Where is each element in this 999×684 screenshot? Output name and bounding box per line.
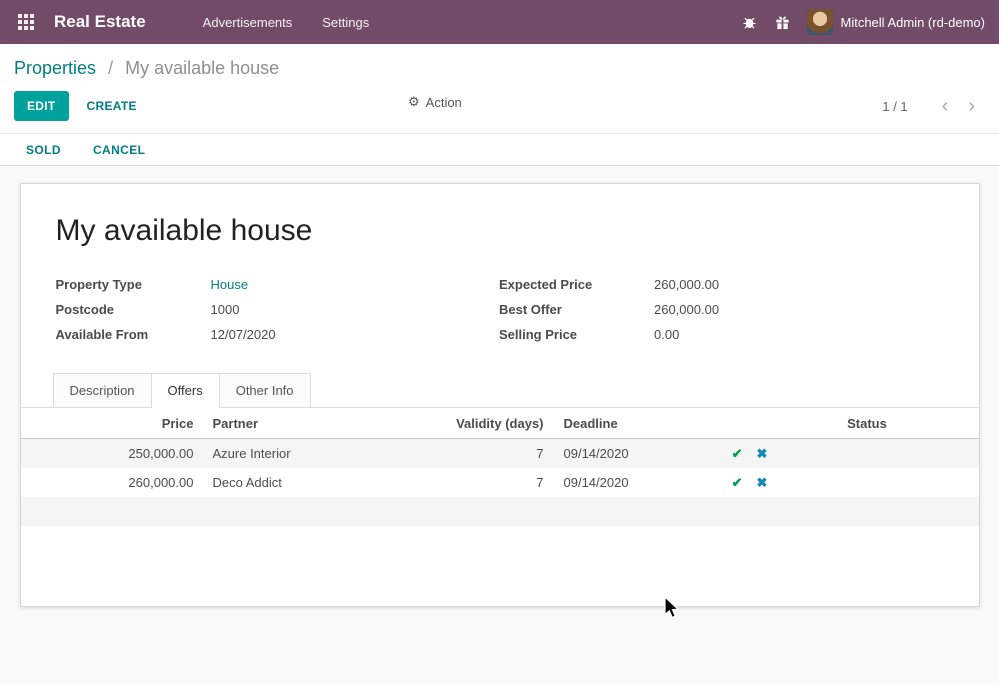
times-icon: ✖: [757, 475, 768, 490]
record-title: My available house: [56, 214, 943, 248]
check-icon: ✔: [732, 446, 743, 461]
menu-advertisements[interactable]: Advertisements: [188, 2, 308, 43]
field-label-expected-price: Expected Price: [499, 277, 654, 292]
breadcrumb-current: My available house: [125, 58, 279, 78]
user-menu[interactable]: Mitchell Admin (rd-demo): [807, 9, 986, 35]
column-header-deadline[interactable]: Deadline: [544, 416, 704, 431]
field-value-expected-price: 260,000.00: [654, 277, 719, 292]
field-label-postcode: Postcode: [56, 302, 211, 317]
field-value-selling-price: 0.00: [654, 327, 679, 342]
app-brand[interactable]: Real Estate: [54, 12, 146, 32]
accept-offer-button[interactable]: ✔: [732, 446, 743, 462]
field-label-selling-price: Selling Price: [499, 327, 654, 342]
table-row[interactable]: 250,000.00 Azure Interior 7 09/14/2020 ✔…: [21, 439, 979, 468]
cell-validity: 7: [426, 446, 544, 461]
field-value-postcode: 1000: [211, 302, 240, 317]
pager-value: 1 / 1: [882, 99, 907, 114]
top-menu: Advertisements Settings: [188, 2, 385, 43]
cancel-button[interactable]: CANCEL: [93, 143, 145, 157]
sold-button[interactable]: SOLD: [26, 143, 61, 157]
column-header-status[interactable]: Status: [796, 416, 979, 431]
check-icon: ✔: [732, 475, 743, 490]
cell-partner: Azure Interior: [194, 446, 426, 461]
offers-table: Price Partner Validity (days) Deadline S…: [21, 408, 979, 526]
field-value-best-offer: 260,000.00: [654, 302, 719, 317]
offers-table-header: Price Partner Validity (days) Deadline S…: [21, 408, 979, 439]
form-sheet: My available house Property Type House P…: [20, 183, 980, 607]
cell-price: 250,000.00: [21, 446, 194, 461]
bug-icon[interactable]: [733, 11, 766, 34]
refuse-offer-button[interactable]: ✖: [757, 475, 768, 491]
notebook: Description Offers Other Info Price Part…: [21, 373, 979, 526]
gear-icon: ⚙: [408, 94, 420, 110]
edit-button[interactable]: EDIT: [14, 91, 69, 121]
form-statusbar: SOLD CANCEL: [0, 133, 999, 166]
control-panel: Properties / My available house EDIT CRE…: [0, 44, 999, 133]
tab-offers[interactable]: Offers: [151, 373, 220, 408]
avatar: [807, 9, 833, 35]
create-button[interactable]: CREATE: [75, 91, 149, 121]
field-label-best-offer: Best Offer: [499, 302, 654, 317]
cell-deadline: 09/14/2020: [544, 446, 704, 461]
action-label: Action: [426, 95, 462, 110]
refuse-offer-button[interactable]: ✖: [757, 446, 768, 462]
cell-partner: Deco Addict: [194, 475, 426, 490]
cell-deadline: 09/14/2020: [544, 475, 704, 490]
gift-icon[interactable]: [766, 11, 799, 34]
content-area: My available house Property Type House P…: [0, 166, 999, 684]
field-label-property-type: Property Type: [56, 277, 211, 292]
table-row[interactable]: 260,000.00 Deco Addict 7 09/14/2020 ✔ ✖: [21, 468, 979, 497]
tab-bar: Description Offers Other Info: [21, 373, 979, 408]
menu-settings[interactable]: Settings: [307, 2, 384, 43]
field-label-available-from: Available From: [56, 327, 211, 342]
field-value-property-type[interactable]: House: [211, 277, 249, 292]
column-header-validity[interactable]: Validity (days): [426, 416, 544, 431]
field-value-available-from: 12/07/2020: [211, 327, 276, 342]
breadcrumb: Properties / My available house: [14, 58, 985, 79]
top-navbar: Real Estate Advertisements Settings: [0, 0, 999, 44]
pager-next-icon[interactable]: ›: [958, 96, 985, 116]
apps-menu-icon[interactable]: [14, 10, 38, 34]
times-icon: ✖: [757, 446, 768, 461]
field-group: Property Type House Postcode 1000 Availa…: [21, 272, 979, 347]
action-menu-button[interactable]: ⚙ Action: [402, 93, 468, 111]
breadcrumb-properties-link[interactable]: Properties: [14, 58, 96, 78]
breadcrumb-separator: /: [108, 58, 113, 78]
column-header-price[interactable]: Price: [21, 416, 194, 431]
tab-other-info[interactable]: Other Info: [219, 373, 311, 407]
tab-description[interactable]: Description: [53, 373, 152, 407]
user-name: Mitchell Admin (rd-demo): [841, 15, 986, 30]
column-header-partner[interactable]: Partner: [194, 416, 426, 431]
cell-price: 260,000.00: [21, 475, 194, 490]
table-row-empty: [21, 497, 979, 526]
accept-offer-button[interactable]: ✔: [732, 475, 743, 491]
cell-validity: 7: [426, 475, 544, 490]
pager-previous-icon[interactable]: ‹: [932, 96, 959, 116]
